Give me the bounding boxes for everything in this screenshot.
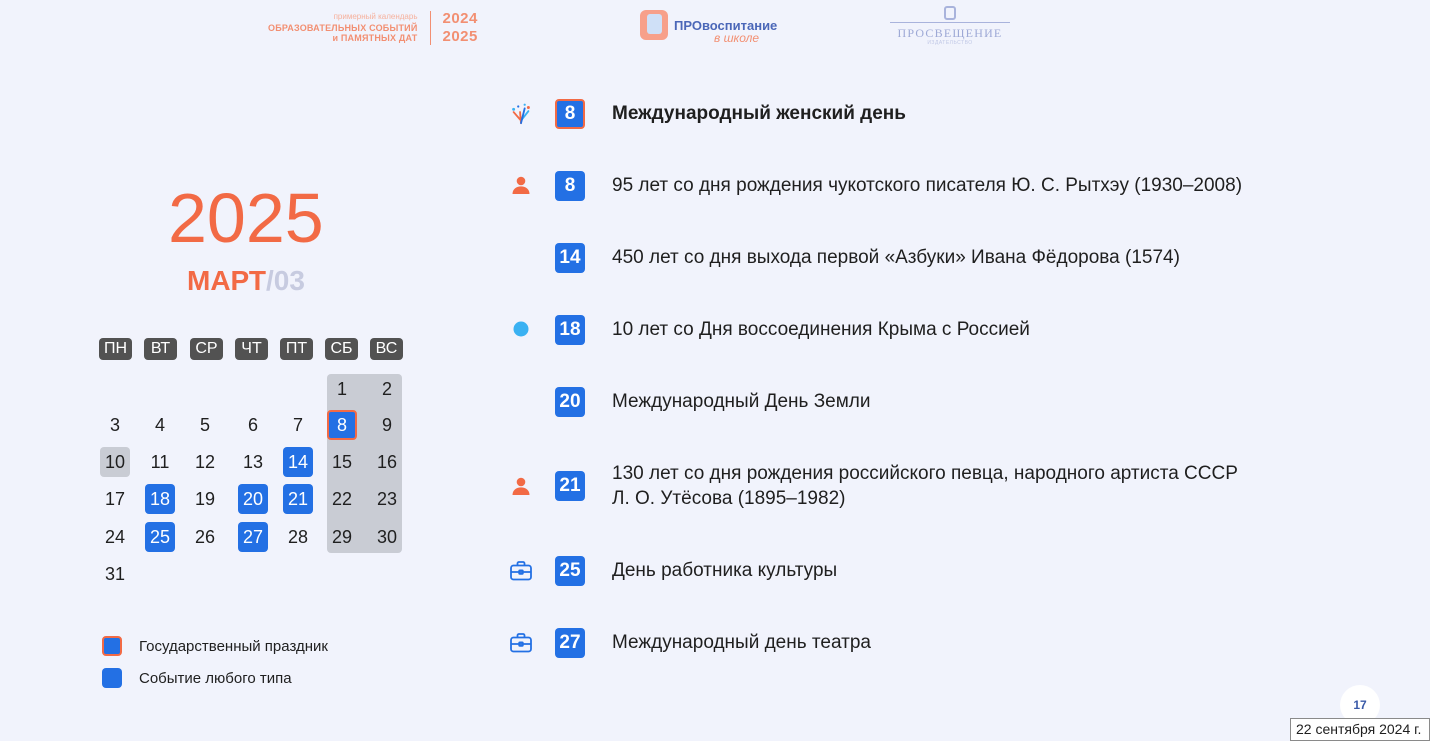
prosveshchenie-logo: ПРОСВЕЩЕНИЕ ИЗДАТЕЛЬСТВО xyxy=(890,6,1010,46)
calendar-day: 1 xyxy=(336,379,347,399)
year-title: 2025 xyxy=(168,179,324,257)
person-icon xyxy=(509,173,533,197)
calendar-day: 19 xyxy=(194,489,216,509)
briefcase-icon xyxy=(509,631,533,655)
calendar-day: 24 xyxy=(104,527,126,547)
event-title: Международный День Земли xyxy=(612,391,871,412)
calendar-day: 3 xyxy=(109,415,120,435)
calendar-day: 13 xyxy=(242,452,264,472)
event-title: 10 лет со Дня воссоединения Крыма с Росс… xyxy=(612,319,1030,340)
logo-line xyxy=(890,22,1010,23)
weekday-label: ВТ xyxy=(144,338,177,360)
prosveshchenie-emblem-icon xyxy=(944,6,956,20)
event-title: Международный женский день xyxy=(612,103,906,124)
calendar-day-event: 21 xyxy=(283,484,313,514)
event-date-badge: 20 xyxy=(555,387,585,417)
briefcase-icon xyxy=(509,559,533,583)
calendar-day: 9 xyxy=(381,415,392,435)
weekday-label: ВС xyxy=(370,338,403,360)
calendar-day: 28 xyxy=(287,527,309,547)
fireworks-icon xyxy=(509,101,533,125)
event-date-badge: 21 xyxy=(555,471,585,501)
weekday-label: ЧТ xyxy=(235,338,268,360)
calendar-day: 31 xyxy=(104,564,126,584)
event-date-badge: 27 xyxy=(555,628,585,658)
event-title: 130 лет со дня рождения российского певц… xyxy=(612,463,1238,509)
calendar-day: 6 xyxy=(247,415,258,435)
month-name: МАРТ xyxy=(187,265,266,296)
calendar-day: 23 xyxy=(376,489,398,509)
book-icon xyxy=(640,10,668,40)
calendar-logo: примерный календарь ОБРАЗОВАТЕЛЬНЫХ СОБЫ… xyxy=(268,8,478,48)
pro-vospitanie-logo: ПРОвоспитание в школе xyxy=(640,10,777,44)
event-title: 95 лет со дня рождения чукотского писате… xyxy=(612,175,1243,196)
legend-event-swatch xyxy=(102,668,122,688)
calendar-day-event: 27 xyxy=(238,522,268,552)
calendar-day: 2 xyxy=(381,379,392,399)
weekday-label: ПТ xyxy=(280,338,313,360)
weekday-label: СБ xyxy=(325,338,358,360)
person-icon xyxy=(509,474,533,498)
legend-event-label: Событие любого типа xyxy=(139,670,292,687)
dot-icon xyxy=(509,317,533,341)
month-number: /03 xyxy=(265,265,305,296)
event-date-badge: 8 xyxy=(555,171,585,201)
event-date-badge: 18 xyxy=(555,315,585,345)
calendar-day-event: 18 xyxy=(145,484,175,514)
date-stamp: 22 сентября 2024 г. xyxy=(1290,718,1430,741)
event-date-badge: 8 xyxy=(555,99,585,129)
calendar-day: 4 xyxy=(154,415,165,435)
calendar-day: 16 xyxy=(376,452,398,472)
calendar-day-highlighted: 10 xyxy=(100,447,130,477)
calendar-day: 12 xyxy=(194,452,216,472)
calendar-day: 11 xyxy=(150,452,170,472)
legend-holiday-swatch xyxy=(102,636,122,656)
calendar-day: 22 xyxy=(331,489,353,509)
pro-logo-sub: в школе xyxy=(714,31,760,45)
calendar-day: 5 xyxy=(199,415,210,435)
calendar-day: 26 xyxy=(194,527,216,547)
event-title: Международный день театра xyxy=(612,632,871,653)
calendar-day: 7 xyxy=(292,415,303,435)
calendar-day-event: 25 xyxy=(145,522,175,552)
calendar-day: 29 xyxy=(331,527,353,547)
calendar-day-holiday: 8 xyxy=(327,410,357,440)
event-date-badge: 14 xyxy=(555,243,585,273)
month-title: МАРТ/03 xyxy=(187,265,305,297)
calendar-day: 15 xyxy=(331,452,353,472)
calendar-day: 30 xyxy=(376,527,398,547)
event-date-badge: 25 xyxy=(555,556,585,586)
event-title: 450 лет со дня выхода первой «Азбуки» Ив… xyxy=(612,247,1180,268)
calendar-logo-text: примерный календарь ОБРАЗОВАТЕЛЬНЫХ СОБЫ… xyxy=(268,12,418,44)
calendar-logo-years: 2024 2025 xyxy=(442,10,478,45)
legend-holiday-label: Государственный праздник xyxy=(139,638,328,655)
calendar-day: 17 xyxy=(104,489,126,509)
event-title: День работника культуры xyxy=(612,560,838,581)
calendar-day-event: 20 xyxy=(238,484,268,514)
weekday-label: СР xyxy=(190,338,223,360)
weekday-label: ПН xyxy=(99,338,132,360)
calendar-day-event: 14 xyxy=(283,447,313,477)
